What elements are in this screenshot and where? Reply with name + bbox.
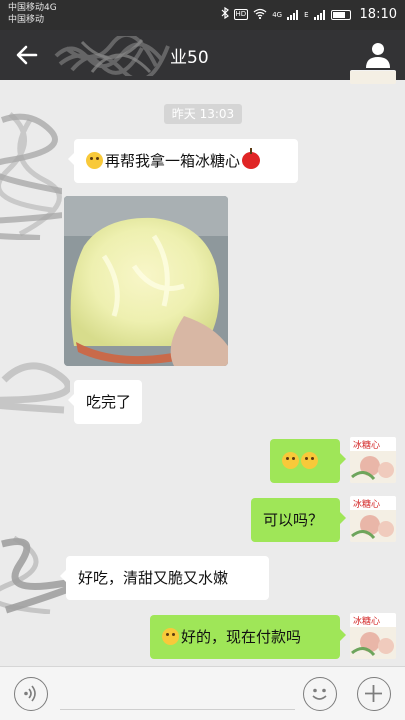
plus-icon bbox=[365, 685, 382, 702]
contact-info-icon[interactable] bbox=[365, 41, 391, 69]
avatar-label: 冰糖心 bbox=[353, 439, 380, 451]
message-timestamp: 昨天 13:03 bbox=[164, 104, 242, 124]
carrier-info: 中国移动4G 中国移动 bbox=[8, 2, 57, 26]
status-icons: HD 4G E 18:10 bbox=[221, 6, 397, 22]
avatar-label: 冰糖心 bbox=[353, 615, 380, 627]
message-image-apple[interactable] bbox=[64, 196, 228, 366]
message-bubble-outgoing[interactable]: 可以吗？ bbox=[251, 498, 346, 542]
message-input[interactable] bbox=[60, 709, 295, 710]
smiling-face-icon bbox=[301, 452, 318, 469]
signal-icon-1 bbox=[287, 9, 299, 20]
message-bubble-outgoing[interactable] bbox=[270, 439, 346, 483]
message-text: 再帮我拿一箱冰糖心 bbox=[105, 152, 241, 170]
redacted-name-scribble bbox=[54, 36, 170, 76]
own-avatar[interactable]: 冰糖心 bbox=[350, 437, 396, 483]
sender-avatar-redacted bbox=[0, 112, 62, 240]
sender-avatar-redacted bbox=[0, 362, 70, 414]
message-bubble-incoming[interactable]: 吃完了 bbox=[68, 380, 142, 424]
status-bar: 中国移动4G 中国移动 HD 4G E 18:10 bbox=[0, 0, 405, 30]
message-text: 好的，现在付款吗 bbox=[181, 628, 302, 646]
red-apple-icon bbox=[242, 148, 261, 169]
battery-icon bbox=[330, 9, 351, 20]
sender-avatar-redacted bbox=[0, 535, 66, 614]
chat-title: 业50 bbox=[170, 48, 209, 68]
network-label-2: E bbox=[304, 10, 309, 19]
message-text: 可以吗？ bbox=[263, 511, 324, 529]
chat-header: 业50 bbox=[0, 30, 405, 80]
emoji-button[interactable] bbox=[303, 677, 337, 711]
voice-icon bbox=[24, 685, 36, 702]
own-avatar[interactable]: 冰糖心 bbox=[350, 613, 396, 659]
own-avatar[interactable]: 冰糖心 bbox=[350, 496, 396, 542]
voice-input-button[interactable] bbox=[14, 677, 48, 711]
winking-face-icon bbox=[86, 152, 103, 169]
network-label-1: 4G bbox=[272, 10, 283, 19]
smiling-face-icon bbox=[162, 628, 179, 645]
back-arrow-icon[interactable] bbox=[14, 42, 40, 68]
carrier-line-2: 中国移动 bbox=[8, 15, 45, 25]
smiling-face-icon bbox=[282, 452, 299, 469]
carrier-line-1: 中国移动4G bbox=[8, 3, 57, 13]
wifi-icon bbox=[253, 8, 267, 22]
message-text: 吃完了 bbox=[86, 393, 132, 411]
own-avatar[interactable] bbox=[350, 70, 396, 84]
avatar-label: 冰糖心 bbox=[353, 498, 380, 510]
signal-icon-2 bbox=[313, 9, 326, 20]
message-bubble-incoming[interactable]: 再帮我拿一箱冰糖心 bbox=[68, 139, 298, 183]
clock: 18:10 bbox=[359, 7, 397, 22]
message-bubble-incoming[interactable]: 好吃，清甜又脆又水嫩 bbox=[60, 556, 269, 600]
input-bar bbox=[0, 666, 405, 720]
message-bubble-outgoing[interactable]: 好的，现在付款吗 bbox=[150, 615, 346, 659]
smiley-icon bbox=[312, 688, 327, 700]
message-list[interactable]: 昨天 13:03 再帮我拿一箱冰糖心 吃完了 冰糖心 可以吗？ 冰糖心 好吃，清… bbox=[0, 70, 405, 666]
hd-icon: HD bbox=[233, 9, 249, 20]
message-text: 好吃，清甜又脆又水嫩 bbox=[78, 569, 229, 587]
bluetooth-icon bbox=[221, 6, 229, 22]
more-options-button[interactable] bbox=[357, 677, 391, 711]
